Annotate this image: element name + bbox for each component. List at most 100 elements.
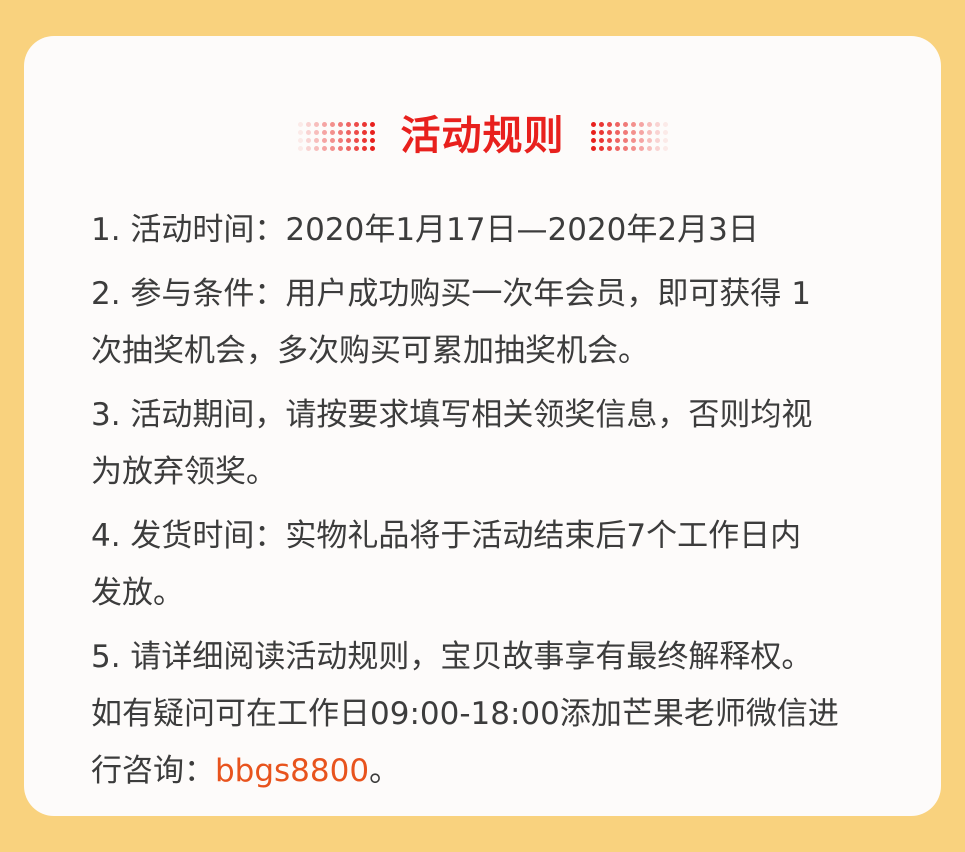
rule-line: 4. 发货时间：实物礼品将于活动结束后7个工作日内 [91,518,802,554]
decorative-dot [337,137,343,143]
decorative-dot [369,145,375,151]
decorative-dot [329,129,335,135]
decorative-dot [345,121,351,127]
decorative-dot [614,145,620,151]
decorative-dot [606,129,612,135]
decorative-dot [598,137,604,143]
decorative-dots-right [590,121,668,151]
decorative-dot [321,137,327,143]
decorative-dot [638,137,644,143]
decorative-dot [361,121,367,127]
decorative-dot [598,121,604,127]
decorative-dot [590,129,596,135]
decorative-dot [614,129,620,135]
decorative-dot [622,129,628,135]
decorative-dot [606,121,612,127]
decorative-dot [321,145,327,151]
decorative-dot [337,129,343,135]
decorative-dot [369,129,375,135]
decorative-dot [662,129,668,135]
decorative-dot [369,137,375,143]
decorative-dot [313,145,319,151]
rules-card: 活动规则 1. 活动时间：2020年1月17日—2020年2月3日 2. 参与条… [24,36,941,816]
page-title: 活动规则 [400,113,565,159]
decorative-dot [313,137,319,143]
decorative-dot [662,121,668,127]
decorative-dot [345,145,351,151]
decorative-dot [590,145,596,151]
rules-list: 1. 活动时间：2020年1月17日—2020年2月3日 2. 参与条件：用户成… [91,202,941,807]
decorative-dot [622,137,628,143]
decorative-dot [353,129,359,135]
decorative-dot [622,121,628,127]
decorative-dot [329,121,335,127]
decorative-dot [297,145,303,151]
decorative-dot [337,121,343,127]
decorative-dot [630,121,636,127]
decorative-dot [313,129,319,135]
decorative-dot [646,129,652,135]
decorative-dot [345,137,351,143]
decorative-dot [630,145,636,151]
decorative-dot [361,129,367,135]
decorative-dot [329,145,335,151]
decorative-dot [638,145,644,151]
decorative-dot [345,129,351,135]
contact-prefix: 行咨询： [91,753,215,789]
rule-line: 发放。 [91,575,184,611]
decorative-dot [337,145,343,151]
decorative-dot [662,137,668,143]
contact-suffix: 。 [369,753,401,789]
decorative-dot [646,145,652,151]
title-row: 活动规则 [24,110,941,162]
decorative-dot [630,129,636,135]
decorative-dot [305,145,311,151]
decorative-dot [361,137,367,143]
rule-line: 1. 活动时间：2020年1月17日—2020年2月3日 [91,212,759,248]
decorative-dot [353,137,359,143]
decorative-dot [297,129,303,135]
decorative-dot [646,121,652,127]
decorative-dot [606,145,612,151]
decorative-dot [329,137,335,143]
decorative-dot [654,145,660,151]
rule-line: 如有疑问可在工作日09:00-18:00添加芒果老师微信进 [91,696,839,732]
decorative-dot [614,137,620,143]
decorative-dot [606,137,612,143]
decorative-dot [654,137,660,143]
decorative-dot [654,121,660,127]
decorative-dot [305,121,311,127]
decorative-dot [630,137,636,143]
rule-line: 3. 活动期间，请按要求填写相关领奖信息，否则均视 [91,397,813,433]
decorative-dot [614,121,620,127]
decorative-dot [598,145,604,151]
decorative-dot [590,121,596,127]
rule-line: 2. 参与条件：用户成功购买一次年会员，即可获得 1 [91,276,812,312]
rule-item-3: 3. 活动期间，请按要求填写相关领奖信息，否则均视 为放弃领奖。 [91,387,941,501]
decorative-dot [353,121,359,127]
decorative-dot [622,145,628,151]
decorative-dots-left [297,121,375,151]
decorative-dot [353,145,359,151]
rule-line: 5. 请详细阅读活动规则，宝贝故事享有最终解释权。 [91,639,813,675]
decorative-dot [313,121,319,127]
decorative-dot [646,137,652,143]
decorative-dot [297,121,303,127]
decorative-dot [361,145,367,151]
decorative-dot [662,145,668,151]
decorative-dot [638,129,644,135]
rule-line-contact: 行咨询：bbgs8800。 [91,743,941,800]
decorative-dot [590,137,596,143]
rule-line: 次抽奖机会，多次购买可累加抽奖机会。 [91,333,649,369]
wechat-id-link[interactable]: bbgs8800 [215,753,369,789]
rule-item-5: 5. 请详细阅读活动规则，宝贝故事享有最终解释权。 如有疑问可在工作日09:00… [91,629,941,800]
decorative-dot [598,129,604,135]
decorative-dot [369,121,375,127]
rule-line: 为放弃领奖。 [91,454,277,490]
decorative-dot [321,121,327,127]
decorative-dot [321,129,327,135]
rule-item-2: 2. 参与条件：用户成功购买一次年会员，即可获得 1 次抽奖机会，多次购买可累加… [91,266,941,380]
decorative-dot [305,137,311,143]
rule-item-4: 4. 发货时间：实物礼品将于活动结束后7个工作日内 发放。 [91,508,941,622]
decorative-dot [297,137,303,143]
